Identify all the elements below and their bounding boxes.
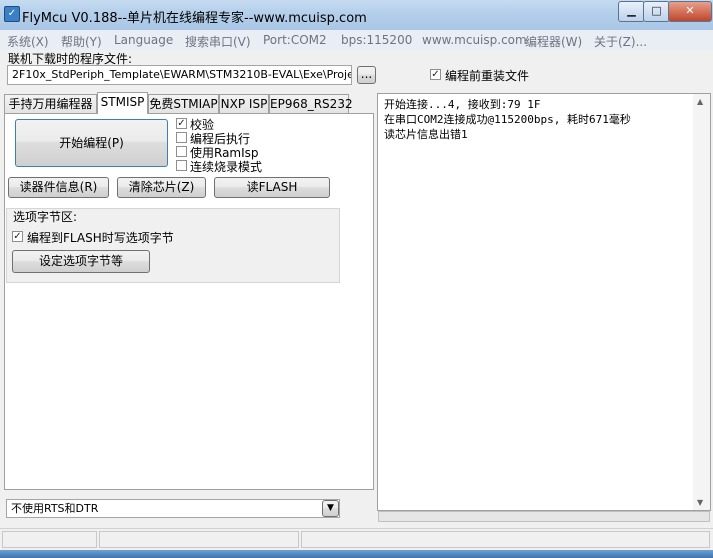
continuous-mode-checkbox[interactable]	[176, 160, 187, 171]
scroll-down-icon[interactable]: ▼	[697, 498, 703, 507]
maximize-button[interactable]: □	[643, 1, 670, 22]
tab-stmisp[interactable]: STMISP	[97, 92, 148, 114]
log-output[interactable]: 开始连接...4, 接收到:79 1F 在串口COM2连接成功@115200bp…	[377, 93, 711, 511]
option-bytes-title: 选项字节区:	[13, 210, 78, 224]
use-ramisp-checkbox[interactable]	[176, 146, 187, 157]
rts-dtr-select[interactable]: 不使用RTS和DTR	[6, 499, 340, 518]
menu-about[interactable]: 关于(Z)...	[594, 33, 647, 50]
rts-dtr-select-value: 不使用RTS和DTR	[11, 502, 99, 515]
window-title: FlyMcu V0.188--单片机在线编程专家--www.mcuisp.com	[22, 11, 367, 26]
log-scrollbar[interactable]: ▲ ▼	[693, 94, 710, 510]
log-line: 读芯片信息出错1	[384, 128, 468, 141]
erase-chip-button[interactable]: 清除芯片(Z)	[117, 177, 206, 198]
chevron-down-icon[interactable]: ▼	[322, 500, 339, 517]
close-button[interactable]: ✕	[668, 1, 712, 22]
menu-port[interactable]: Port:COM2	[263, 33, 327, 47]
tab-ep968-rs232[interactable]: EP968_RS232	[269, 94, 353, 113]
stmisp-panel	[4, 113, 374, 490]
reload-before-program-checkbox[interactable]: ✓	[430, 69, 441, 80]
menu-website[interactable]: www.mcuisp.com	[422, 33, 527, 47]
reload-before-program-label: 编程前重装文件	[445, 69, 530, 83]
run-after-program-checkbox[interactable]	[176, 132, 187, 143]
browse-file-button[interactable]: ...	[357, 66, 376, 84]
status-cell	[301, 531, 710, 548]
menu-bps[interactable]: bps:115200	[341, 33, 412, 47]
menu-programmer[interactable]: 编程器(W)	[525, 33, 582, 50]
minimize-button[interactable]: ▁	[618, 1, 645, 22]
log-line: 开始连接...4, 接收到:79 1F	[384, 98, 541, 111]
log-line: 在串口COM2连接成功@115200bps, 耗时671毫秒	[384, 113, 631, 126]
menu-help[interactable]: 帮助(Y)	[61, 33, 102, 50]
menu-bar: 系统(X) 帮助(Y) Language 搜索串口(V) Port:COM2 b…	[0, 30, 713, 50]
start-programming-button[interactable]: 开始编程(P)	[15, 119, 168, 167]
menu-search-port[interactable]: 搜索串口(V)	[185, 33, 251, 50]
progress-bar	[378, 511, 710, 522]
read-device-info-button[interactable]: 读器件信息(R)	[8, 177, 109, 198]
program-file-path-input[interactable]: 2F10x_StdPeriph_Template\EWARM\STM3210B-…	[7, 65, 352, 85]
status-cell	[2, 531, 97, 548]
menu-language[interactable]: Language	[114, 33, 173, 47]
tab-free-stmiap[interactable]: 免费STMIAP	[148, 94, 219, 113]
scroll-up-icon[interactable]: ▲	[697, 97, 703, 106]
set-option-bytes-button[interactable]: 设定选项字节等	[12, 250, 150, 273]
taskbar-strip	[0, 550, 713, 558]
write-option-bytes-checkbox[interactable]: ✓	[12, 231, 23, 242]
title-bar[interactable]: ✓ FlyMcu V0.188--单片机在线编程专家--www.mcuisp.c…	[0, 0, 713, 30]
menu-system[interactable]: 系统(X)	[7, 33, 49, 50]
tab-nxp-isp[interactable]: NXP ISP	[219, 94, 269, 113]
read-flash-button[interactable]: 读FLASH	[214, 177, 330, 198]
app-icon: ✓	[4, 6, 20, 22]
continuous-mode-label: 连续烧录模式	[190, 160, 263, 174]
tab-handheld-programmer[interactable]: 手持万用编程器	[4, 94, 97, 113]
status-bar	[0, 528, 713, 551]
status-cell	[99, 531, 299, 548]
write-option-bytes-label: 编程到FLASH时写选项字节	[27, 231, 174, 245]
verify-checkbox[interactable]: ✓	[176, 118, 187, 129]
